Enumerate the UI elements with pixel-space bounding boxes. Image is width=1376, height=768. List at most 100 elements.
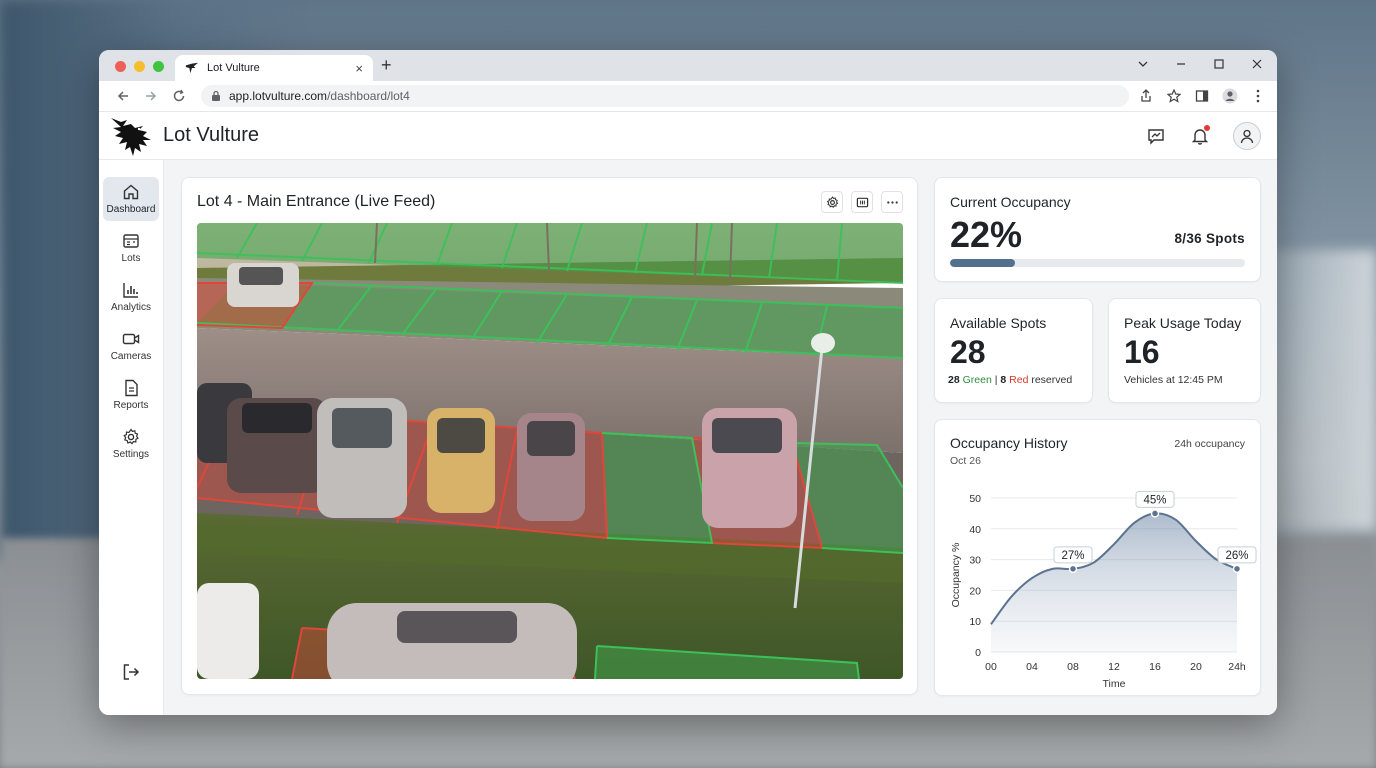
forward-icon[interactable] xyxy=(137,84,165,108)
available-label: Available Spots xyxy=(950,315,1047,331)
x-tick-label: 04 xyxy=(1026,661,1038,673)
minimize-window-button[interactable] xyxy=(134,61,145,72)
address-bar[interactable]: app.lotvulture.com/dashboard/lot4 xyxy=(201,85,1129,107)
current-occupancy-card: Current Occupancy 22% 8/36 Spots xyxy=(934,177,1261,282)
peak-value: 16 xyxy=(1124,334,1160,370)
history-title: Occupancy History xyxy=(950,435,1068,451)
toolbar-actions xyxy=(1137,87,1267,105)
history-date: Oct 26 xyxy=(950,455,981,467)
user-icon xyxy=(1240,129,1254,143)
feed-more-button[interactable] xyxy=(881,191,903,213)
x-axis-label: Time xyxy=(1103,678,1126,690)
more-horizontal-icon xyxy=(886,200,898,204)
x-tick-label: 12 xyxy=(1108,661,1120,673)
bookmark-star-icon[interactable] xyxy=(1165,87,1183,105)
maximize-window-button[interactable] xyxy=(153,61,164,72)
window-controls xyxy=(115,61,164,72)
feedback-chat-icon[interactable] xyxy=(1145,125,1167,147)
y-axis-label: Occupancy % xyxy=(950,543,962,608)
y-tick-label: 0 xyxy=(975,647,981,659)
sidebar-item-analytics[interactable]: Analytics xyxy=(103,275,159,319)
live-feed-view[interactable] xyxy=(197,223,903,679)
live-feed-card: Lot 4 - Main Entrance (Live Feed) xyxy=(181,177,918,695)
sidebar-item-label: Dashboard xyxy=(106,204,156,215)
grid-view-icon xyxy=(856,197,868,207)
red-label: Red xyxy=(1009,374,1029,386)
y-tick-label: 30 xyxy=(969,555,981,567)
close-icon[interactable] xyxy=(1249,56,1265,72)
data-point xyxy=(1068,564,1078,574)
available-value: 28 xyxy=(950,334,986,370)
x-tick-label: 20 xyxy=(1190,661,1202,673)
x-tick-label: 00 xyxy=(985,661,997,673)
sidebar-item-label: Settings xyxy=(112,449,150,460)
browser-tab[interactable]: Lot Vulture × xyxy=(175,55,373,81)
lots-icon xyxy=(123,234,139,248)
tab-close-icon[interactable]: × xyxy=(355,61,363,76)
sidebar-item-settings[interactable]: Settings xyxy=(103,422,159,466)
browser-toolbar: app.lotvulture.com/dashboard/lot4 xyxy=(99,81,1277,112)
camera-icon xyxy=(122,333,140,345)
peak-usage-card: Peak Usage Today 16 Vehicles at 12:45 PM xyxy=(1108,298,1261,403)
user-avatar[interactable] xyxy=(1233,121,1261,150)
share-icon[interactable] xyxy=(1137,87,1155,105)
notification-badge xyxy=(1204,124,1210,131)
y-tick-label: 50 xyxy=(969,493,981,505)
peak-label: Peak Usage Today xyxy=(1124,315,1242,331)
sidebar-item-lots[interactable]: Lots xyxy=(103,226,159,270)
brand-name: Lot Vulture xyxy=(163,124,259,146)
browser-window: Lot Vulture × + app.lotvulture.com /dash… xyxy=(99,50,1277,715)
sidebar-item-label: Reports xyxy=(113,400,149,411)
minimize-icon[interactable] xyxy=(1173,56,1189,72)
sidebar: Dashboard Lots Analytics Cameras Reports… xyxy=(99,160,164,715)
lock-icon xyxy=(212,90,220,101)
gear-icon xyxy=(123,428,139,445)
occupancy-history-card: Occupancy History Oct 26 24h occupancy 0… xyxy=(934,419,1261,696)
data-point xyxy=(1150,509,1160,518)
feed-layout-button[interactable] xyxy=(851,191,873,213)
x-tick-label: 16 xyxy=(1149,661,1161,673)
occupancy-progress-bar xyxy=(950,259,1245,267)
logout-icon[interactable] xyxy=(121,662,141,687)
tab-title: Lot Vulture xyxy=(207,62,260,74)
green-label: Green xyxy=(962,374,992,386)
sidebar-item-dashboard[interactable]: Dashboard xyxy=(103,177,159,221)
feed-settings-button[interactable] xyxy=(821,191,843,213)
restore-icon[interactable] xyxy=(1211,56,1227,72)
occupancy-label: Current Occupancy xyxy=(950,194,1071,210)
analytics-icon xyxy=(123,283,138,298)
sidebar-item-label: Cameras xyxy=(110,351,152,362)
data-label: 27% xyxy=(1061,550,1084,562)
sidebar-item-cameras[interactable]: Cameras xyxy=(103,324,159,368)
home-icon xyxy=(123,184,139,200)
y-tick-label: 20 xyxy=(969,585,981,597)
peak-subtext: Vehicles at 12:45 PM xyxy=(1124,374,1223,386)
y-tick-label: 10 xyxy=(969,616,981,628)
new-tab-button[interactable]: + xyxy=(381,55,392,76)
available-breakdown: 28 Green | 8 Red reserved xyxy=(948,374,1072,386)
profile-icon[interactable] xyxy=(1221,87,1239,105)
available-spots-card: Available Spots 28 28 Green | 8 Red rese… xyxy=(934,298,1093,403)
app-body: Dashboard Lots Analytics Cameras Reports… xyxy=(99,160,1277,715)
feed-title: Lot 4 - Main Entrance (Live Feed) xyxy=(197,193,436,210)
browser-menu-icon[interactable] xyxy=(1249,87,1267,105)
x-tick-label: 08 xyxy=(1067,661,1079,673)
url-host: app.lotvulture.com xyxy=(229,89,328,103)
notification-bell-icon[interactable] xyxy=(1189,124,1211,147)
data-label: 26% xyxy=(1225,550,1248,562)
report-icon xyxy=(125,379,138,397)
back-icon[interactable] xyxy=(109,84,137,108)
close-window-button[interactable] xyxy=(115,61,126,72)
title-bar: Lot Vulture × + xyxy=(99,50,1277,81)
url-path: /dashboard/lot4 xyxy=(327,89,410,103)
sidebar-item-reports[interactable]: Reports xyxy=(103,373,159,417)
app-header: Lot Vulture xyxy=(99,112,1277,160)
tab-search-icon[interactable] xyxy=(1135,56,1151,72)
x-tick-label: 24h xyxy=(1228,661,1246,673)
y-tick-label: 40 xyxy=(969,524,981,536)
sidebar-item-label: Lots xyxy=(121,253,141,264)
occupancy-spots: 8/36 Spots xyxy=(1174,231,1245,246)
vulture-logo-icon xyxy=(111,117,151,156)
reload-icon[interactable] xyxy=(165,84,193,108)
side-panel-icon[interactable] xyxy=(1193,87,1211,105)
